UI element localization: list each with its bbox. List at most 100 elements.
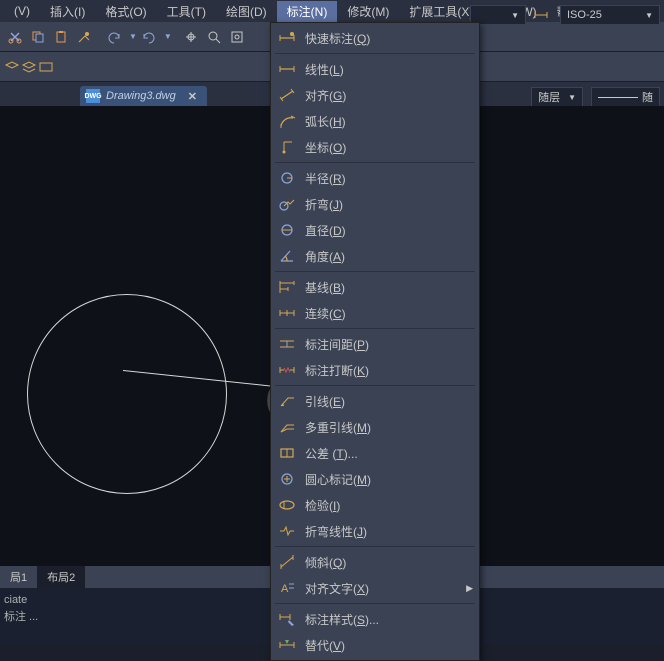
layer-hint-value: 随层	[538, 89, 560, 105]
menu-item-arc[interactable]: 弧长(H)	[271, 108, 479, 134]
cut-button[interactable]	[4, 26, 26, 48]
redo-dropdown-icon[interactable]: ▼	[161, 32, 172, 41]
undo-dropdown-icon[interactable]: ▼	[126, 32, 137, 41]
toolbar-right: ▼ ISO-25▼	[466, 0, 664, 30]
menu-view[interactable]: (V)	[4, 2, 40, 20]
menu-item-override[interactable]: 替代(V)	[271, 632, 479, 658]
linetype-combo[interactable]: 随	[591, 87, 660, 107]
menu-item-label: 标注间距(P)	[305, 336, 369, 353]
jogged-icon	[275, 195, 299, 213]
menu-item-ordinate[interactable]: 坐标(O)	[271, 134, 479, 160]
menu-item-textalign[interactable]: A对齐文字(X)▶	[271, 575, 479, 601]
menu-tools[interactable]: 工具(T)	[157, 1, 216, 22]
menu-separator	[275, 385, 475, 386]
menu-item-radius[interactable]: 半径(R)	[271, 165, 479, 191]
menu-item-continue[interactable]: 连续(C)	[271, 300, 479, 326]
menu-item-label: 连续(C)	[305, 305, 346, 322]
layer-tool-2[interactable]	[21, 60, 37, 74]
document-tab[interactable]: DWG Drawing3.dwg ✕	[80, 86, 207, 106]
menu-item-center[interactable]: 圆心标记(M)	[271, 466, 479, 492]
menu-item-label: 公差 (T)...	[305, 445, 358, 462]
menu-modify[interactable]: 修改(M)	[337, 1, 399, 22]
baseline-icon	[275, 278, 299, 296]
dimension-menu-dropdown: 快速标注(Q) 线性(L) 对齐(G) 弧长(H) 坐标(O) 半径(R) 折弯(J) 直径(…	[270, 22, 480, 661]
menu-item-dimstyle[interactable]: 标注样式(S)...	[271, 606, 479, 632]
linetype-hint-value: 随	[642, 89, 653, 105]
circle-entity[interactable]	[27, 294, 227, 494]
layout-tab-2[interactable]: 布局2	[37, 566, 85, 588]
menu-item-label: 坐标(O)	[305, 139, 346, 156]
pan-button[interactable]	[180, 26, 202, 48]
radius-icon	[275, 169, 299, 187]
document-title: Drawing3.dwg	[106, 90, 176, 102]
menu-item-label: 对齐(G)	[305, 87, 346, 104]
menu-insert[interactable]: 插入(I)	[40, 1, 95, 22]
layer-hint-combo[interactable]: 随层▼	[531, 87, 583, 107]
menu-item-quickdim[interactable]: 快速标注(Q)	[271, 25, 479, 51]
menu-dimension[interactable]: 标注(N)	[277, 1, 338, 22]
menu-item-inspect[interactable]: 检验(I)	[271, 492, 479, 518]
override-icon	[275, 636, 299, 654]
menu-format[interactable]: 格式(O)	[95, 1, 156, 22]
menu-separator	[275, 162, 475, 163]
menu-item-label: 半径(R)	[305, 170, 346, 187]
layer-tool-3[interactable]	[38, 60, 54, 74]
diameter-icon	[275, 221, 299, 239]
menu-item-oblique[interactable]: 倾斜(Q)	[271, 549, 479, 575]
linear-icon	[275, 60, 299, 78]
break-icon	[275, 361, 299, 379]
menu-item-label: 快速标注(Q)	[305, 30, 370, 47]
continue-icon	[275, 304, 299, 322]
aligned-icon	[275, 86, 299, 104]
menu-item-label: 直径(D)	[305, 222, 346, 239]
menu-item-break[interactable]: 标注打断(K)	[271, 357, 479, 383]
redo-button[interactable]	[138, 26, 160, 48]
layout-tab-1[interactable]: 局1	[0, 566, 37, 588]
menu-item-leader[interactable]: 引线(E)	[271, 388, 479, 414]
match-button[interactable]	[73, 26, 95, 48]
menu-item-tolerance[interactable]: 公差 (T)...	[271, 440, 479, 466]
dim-linear-icon[interactable]	[530, 4, 552, 26]
menu-item-label: 引线(E)	[305, 393, 345, 410]
menu-item-label: 线性(L)	[305, 61, 344, 78]
copy-button[interactable]	[27, 26, 49, 48]
menu-item-mleader[interactable]: 多重引线(M)	[271, 414, 479, 440]
inspect-icon	[275, 496, 299, 514]
undo-button[interactable]	[103, 26, 125, 48]
menu-item-space[interactable]: 标注间距(P)	[271, 331, 479, 357]
zoom-realtime-button[interactable]	[203, 26, 225, 48]
submenu-arrow-icon: ▶	[466, 583, 473, 594]
menu-item-diameter[interactable]: 直径(D)	[271, 217, 479, 243]
space-icon	[275, 335, 299, 353]
menu-separator	[275, 546, 475, 547]
textalign-icon: A	[275, 579, 299, 597]
menu-item-jogged[interactable]: 折弯(J)	[271, 191, 479, 217]
menu-item-aligned[interactable]: 对齐(G)	[271, 82, 479, 108]
dim-style-combo[interactable]: ISO-25▼	[560, 5, 660, 25]
menu-item-baseline[interactable]: 基线(B)	[271, 274, 479, 300]
menu-item-label: 弧长(H)	[305, 113, 346, 130]
menu-separator	[275, 603, 475, 604]
center-icon	[275, 470, 299, 488]
zoom-window-button[interactable]	[226, 26, 248, 48]
menu-item-label: 多重引线(M)	[305, 419, 371, 436]
mleader-icon	[275, 418, 299, 436]
svg-text:A: A	[281, 583, 289, 595]
menu-separator	[275, 328, 475, 329]
menu-item-label: 倾斜(Q)	[305, 554, 346, 571]
menu-item-label: 检验(I)	[305, 497, 340, 514]
menu-draw[interactable]: 绘图(D)	[216, 1, 277, 22]
layer-tool-1[interactable]	[4, 60, 20, 74]
leader-icon	[275, 392, 299, 410]
paste-button[interactable]	[50, 26, 72, 48]
menu-item-joglinear[interactable]: 折弯线性(J)	[271, 518, 479, 544]
close-tab-button[interactable]: ✕	[188, 90, 197, 103]
menu-item-linear[interactable]: 线性(L)	[271, 56, 479, 82]
dwg-file-icon: DWG	[86, 89, 100, 103]
menu-separator	[275, 271, 475, 272]
menu-separator	[275, 53, 475, 54]
menu-item-label: 圆心标记(M)	[305, 471, 371, 488]
ordinate-icon	[275, 138, 299, 156]
angular-icon	[275, 247, 299, 265]
menu-item-angular[interactable]: 角度(A)	[271, 243, 479, 269]
